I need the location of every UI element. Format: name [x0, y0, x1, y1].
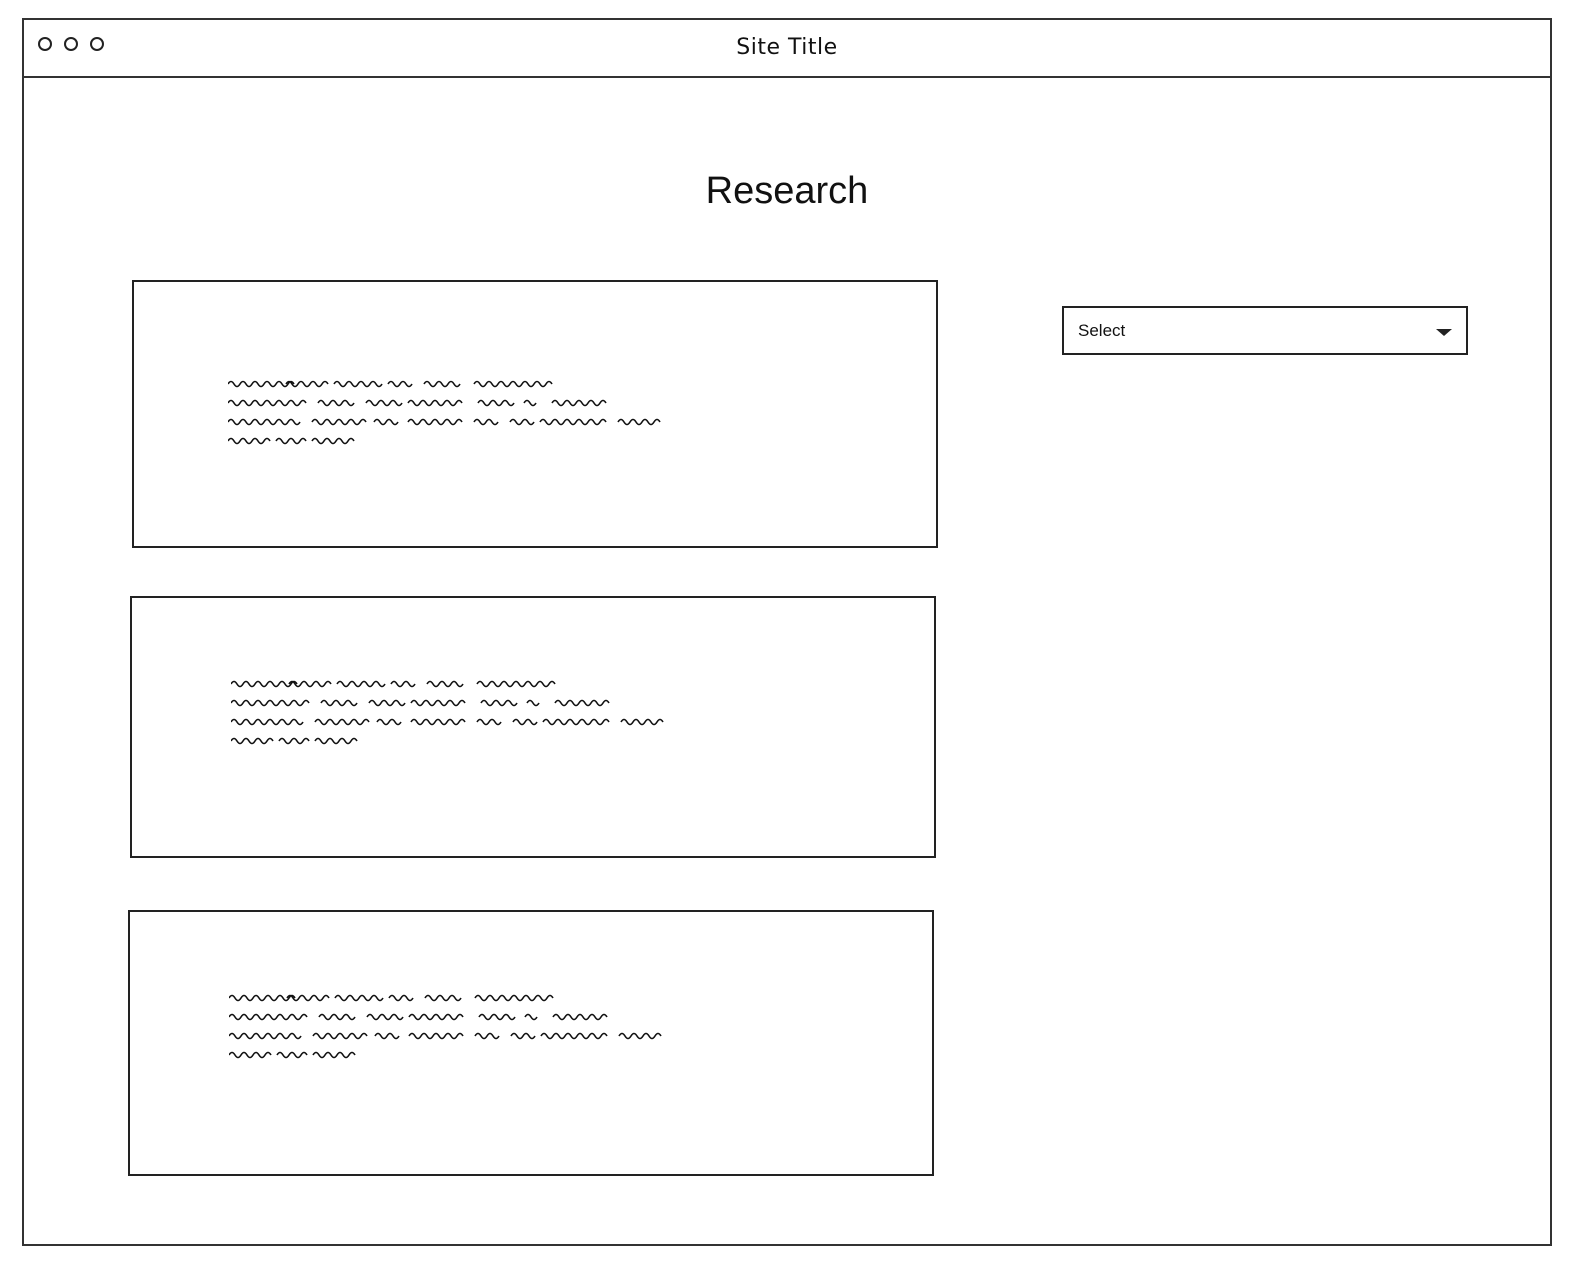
select-value: Select — [1078, 321, 1126, 340]
research-card-2[interactable] — [130, 596, 936, 858]
scribble-text-placeholder — [228, 380, 661, 445]
browser-window: Site Title Research Select — [22, 18, 1552, 1246]
research-filter-select[interactable]: Select — [1062, 306, 1468, 355]
card-body-text — [231, 678, 671, 748]
window-titlebar: Site Title — [24, 20, 1550, 78]
card-body-text — [229, 992, 669, 1062]
scribble-text-placeholder — [231, 680, 664, 745]
site-title: Site Title — [736, 35, 838, 60]
research-card-1[interactable] — [132, 280, 938, 548]
scribble-text-placeholder — [229, 994, 662, 1059]
chevron-down-icon — [1436, 329, 1452, 336]
card-body-text — [228, 378, 668, 448]
page-title: Research — [705, 170, 869, 212]
research-card-3[interactable] — [128, 910, 934, 1176]
